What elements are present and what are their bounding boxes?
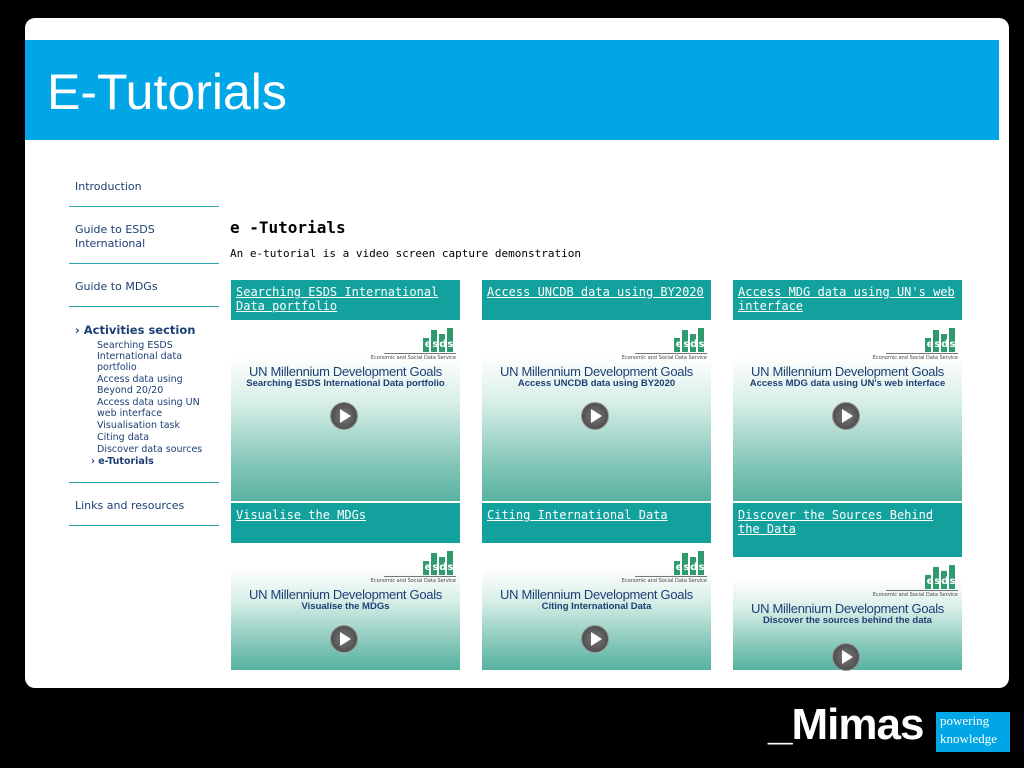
tutorial-title-link[interactable]: Citing International Data (482, 503, 711, 543)
tutorial-card: Visualise the MDGs esds Economic and Socia… (231, 503, 460, 670)
thumbnail-heading: UN Millennium Development Goals (750, 601, 944, 616)
esds-divider (384, 353, 456, 354)
nav-link-guide-esds[interactable]: Guide to ESDS International (75, 223, 213, 251)
subnav-item-un-web[interactable]: Access data using UN web interface (97, 397, 213, 419)
sidebar-nav: Introduction Guide to ESDS International… (69, 168, 219, 526)
esds-logo-text: esds (926, 339, 957, 350)
content-heading: e -Tutorials (230, 218, 346, 237)
esds-logo-text: esds (675, 339, 706, 350)
thumbnail-heading: UN Millennium Development Goals (499, 364, 693, 379)
video-thumbnail[interactable]: esds Economic and Social Data Service UN M… (482, 320, 711, 501)
play-icon[interactable] (581, 402, 609, 430)
nav-link-activities-label: Activities section (83, 323, 196, 337)
nav-block-guide-esds: Guide to ESDS International (69, 207, 219, 264)
chevron-right-icon: › (91, 456, 95, 467)
esds-caption: Economic and Social Data Service (621, 355, 707, 361)
play-icon[interactable] (581, 625, 609, 653)
nav-block-activities: › Activities section Searching ESDS Inte… (69, 307, 219, 483)
thumbnail-subtitle: Visualise the MDGs (301, 601, 390, 612)
nav-block-links: Links and resources (69, 483, 219, 526)
nav-link-guide-mdgs[interactable]: Guide to MDGs (75, 280, 213, 294)
tagline-line-2: knowledge (940, 731, 998, 746)
video-thumbnail[interactable]: esds Economic and Social Data Service UN M… (482, 543, 711, 670)
esds-caption: Economic and Social Data Service (370, 355, 456, 361)
tutorial-card: Discover the Sources Behind the Data esds… (733, 503, 962, 671)
mimas-logo: _Mimas (768, 700, 924, 749)
thumbnail-heading: UN Millennium Development Goals (499, 587, 693, 602)
tutorial-title-link[interactable]: Visualise the MDGs (231, 503, 460, 543)
esds-caption: Economic and Social Data Service (621, 578, 707, 584)
video-thumbnail[interactable]: esds Economic and Social Data Service UN M… (231, 543, 460, 670)
tutorial-card: Access MDG data using UN's web interface… (733, 280, 962, 501)
thumbnail-subtitle: Citing International Data (541, 601, 652, 612)
nav-block-guide-mdgs: Guide to MDGs (69, 264, 219, 307)
esds-divider (384, 576, 456, 577)
thumbnail-heading: UN Millennium Development Goals (750, 364, 944, 379)
play-icon[interactable] (330, 625, 358, 653)
tutorial-card: Searching ESDS International Data portfo… (231, 280, 460, 501)
main-content: e -Tutorials An e-tutorial is a video sc… (230, 218, 970, 260)
subnav-item-beyond[interactable]: Access data using Beyond 20/20 (97, 374, 213, 396)
thumbnail-subtitle: Access UNCDB data using BY2020 (517, 378, 676, 389)
thumbnail-subtitle: Searching ESDS International Data portfo… (246, 378, 445, 389)
nav-link-introduction[interactable]: Introduction (75, 180, 213, 194)
video-thumbnail[interactable]: esds Economic and Social Data Service UN M… (231, 320, 460, 501)
nav-link-activities[interactable]: › Activities section (75, 323, 213, 337)
tutorial-card: Citing International Data esds Economic an… (482, 503, 711, 670)
tutorial-card: Access UNCDB data using BY2020 esds Econom… (482, 280, 711, 501)
subnav-item-searching[interactable]: Searching ESDS International data portfo… (97, 340, 213, 373)
esds-divider (635, 353, 707, 354)
esds-logo-text: esds (926, 576, 957, 587)
tutorial-title-link[interactable]: Access UNCDB data using BY2020 (482, 280, 711, 320)
esds-logo-text: esds (424, 339, 455, 350)
subnav-item-current[interactable]: › e-Tutorials (91, 456, 213, 467)
esds-caption: Economic and Social Data Service (872, 592, 958, 598)
esds-logo-text: esds (424, 562, 455, 573)
play-icon[interactable] (330, 402, 358, 430)
tutorial-title-link[interactable]: Searching ESDS International Data portfo… (231, 280, 460, 320)
thumbnail-heading: UN Millennium Development Goals (248, 587, 442, 602)
esds-logo-text: esds (675, 562, 706, 573)
play-icon[interactable] (832, 643, 860, 671)
subnav-item-citing[interactable]: Citing data (97, 432, 213, 443)
slide: E-Tutorials Introduction Guide to ESDS I… (25, 18, 1009, 688)
video-thumbnail[interactable]: esds Economic and Social Data Service UN M… (733, 320, 962, 501)
esds-divider (886, 590, 958, 591)
nav-link-links-resources[interactable]: Links and resources (75, 499, 213, 513)
chevron-right-icon: › (75, 323, 80, 337)
thumbnail-subtitle: Access MDG data using UN's web interface (749, 378, 946, 389)
activities-subnav: Searching ESDS International data portfo… (91, 340, 213, 467)
tutorial-title-link[interactable]: Discover the Sources Behind the Data (733, 503, 962, 557)
video-thumbnail[interactable]: esds Economic and Social Data Service UN M… (733, 557, 962, 671)
subnav-item-visualisation[interactable]: Visualisation task (97, 420, 213, 431)
brand-tagline: powering knowledge (936, 712, 1010, 752)
title-bar: E-Tutorials (25, 40, 999, 140)
thumbnail-heading: UN Millennium Development Goals (248, 364, 442, 379)
play-icon[interactable] (832, 402, 860, 430)
subnav-item-etutorials: e-Tutorials (98, 456, 154, 467)
esds-divider (886, 353, 958, 354)
subnav-item-discover[interactable]: Discover data sources (97, 444, 213, 455)
nav-block-introduction: Introduction (69, 168, 219, 207)
tutorial-title-link[interactable]: Access MDG data using UN's web interface (733, 280, 962, 320)
slide-title: E-Tutorials (47, 64, 287, 120)
thumbnail-subtitle: Discover the sources behind the data (763, 615, 932, 626)
esds-caption: Economic and Social Data Service (370, 578, 456, 584)
esds-caption: Economic and Social Data Service (872, 355, 958, 361)
content-description: An e-tutorial is a video screen capture … (230, 247, 581, 260)
esds-divider (635, 576, 707, 577)
tagline-line-1: powering (940, 713, 990, 728)
